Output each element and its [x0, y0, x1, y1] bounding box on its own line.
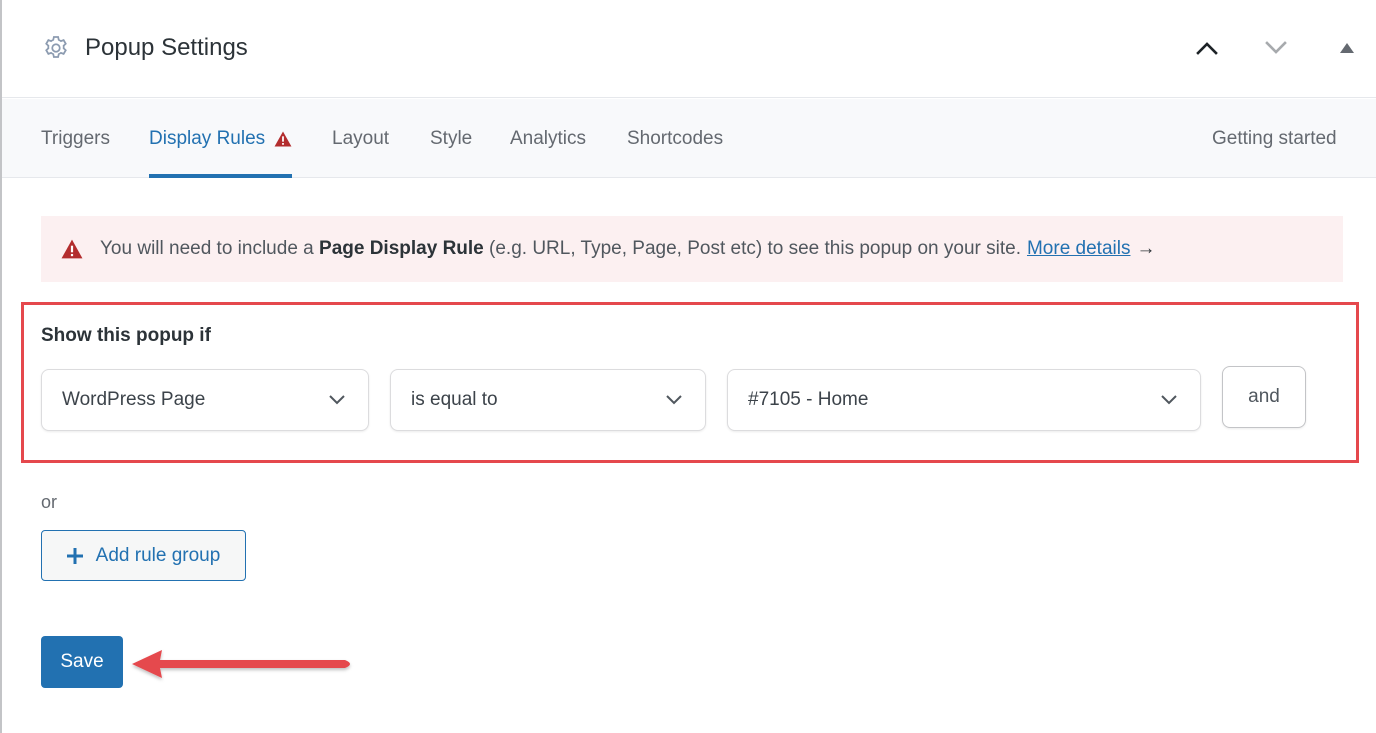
move-up-button[interactable]: [1189, 30, 1225, 66]
notice-text-after: (e.g. URL, Type, Page, Post etc) to see …: [489, 238, 1021, 259]
chevron-down-icon: [1265, 41, 1287, 54]
tab-label: Triggers: [41, 127, 110, 149]
chevron-down-icon: [329, 395, 345, 405]
select-value: #7105 - Home: [748, 389, 869, 410]
tab-layout[interactable]: Layout: [332, 99, 389, 178]
tab-label: Getting started: [1212, 127, 1337, 149]
panel-title: Popup Settings: [85, 34, 248, 61]
tab-label: Display Rules: [149, 127, 266, 149]
condition-operator-select[interactable]: is equal to: [390, 369, 706, 431]
move-down-button[interactable]: [1258, 30, 1294, 66]
add-rule-group-button[interactable]: Add rule group: [41, 530, 246, 581]
or-label: or: [41, 492, 58, 512]
select-value: WordPress Page: [62, 389, 206, 410]
settings-tabs: Triggers Display Rules Layout Style Anal…: [2, 99, 1376, 178]
panel-header: Popup Settings: [2, 0, 1376, 98]
tab-getting-started[interactable]: Getting started: [1212, 99, 1337, 178]
select-value: is equal to: [411, 389, 498, 410]
condition-type-select[interactable]: WordPress Page: [41, 369, 369, 431]
and-condition-button[interactable]: and: [1222, 366, 1306, 428]
triangle-up-icon: [1340, 43, 1354, 53]
gear-icon: [45, 36, 67, 58]
add-rule-group-label: Add rule group: [95, 544, 221, 566]
notice-text: You will need to include a Page Display …: [100, 238, 1155, 260]
popup-settings-panel: Popup Settings Triggers Display Rules La…: [0, 0, 1376, 733]
tab-shortcodes[interactable]: Shortcodes: [627, 99, 723, 178]
condition-value-select[interactable]: #7105 - Home: [727, 369, 1201, 431]
tab-display-rules[interactable]: Display Rules: [149, 99, 293, 178]
tab-analytics[interactable]: Analytics: [510, 99, 586, 178]
chevron-down-icon: [666, 395, 682, 405]
more-details-link[interactable]: More details: [1027, 238, 1131, 259]
notice-bold-text: Page Display Rule: [319, 238, 484, 259]
display-rule-notice: You will need to include a Page Display …: [41, 216, 1343, 282]
warning-icon: [274, 130, 292, 147]
tab-style[interactable]: Style: [430, 99, 472, 178]
save-button[interactable]: Save: [41, 636, 123, 688]
rule-group-label: Show this popup if: [41, 325, 211, 346]
tab-label: Layout: [332, 127, 390, 149]
tab-triggers[interactable]: Triggers: [41, 99, 110, 178]
tab-label: Analytics: [510, 127, 587, 149]
tab-label: Shortcodes: [627, 127, 724, 149]
annotation-arrow-icon: [132, 650, 350, 678]
plus-icon: [66, 547, 83, 564]
tab-label: Style: [430, 127, 473, 149]
chevron-down-icon: [1161, 395, 1177, 405]
chevron-up-icon: [1196, 42, 1218, 55]
toggle-panel-button[interactable]: [1329, 30, 1365, 66]
notice-text-before: You will need to include a: [100, 238, 314, 259]
arrow-right-icon: →: [1136, 238, 1156, 259]
warning-icon: [61, 239, 83, 259]
